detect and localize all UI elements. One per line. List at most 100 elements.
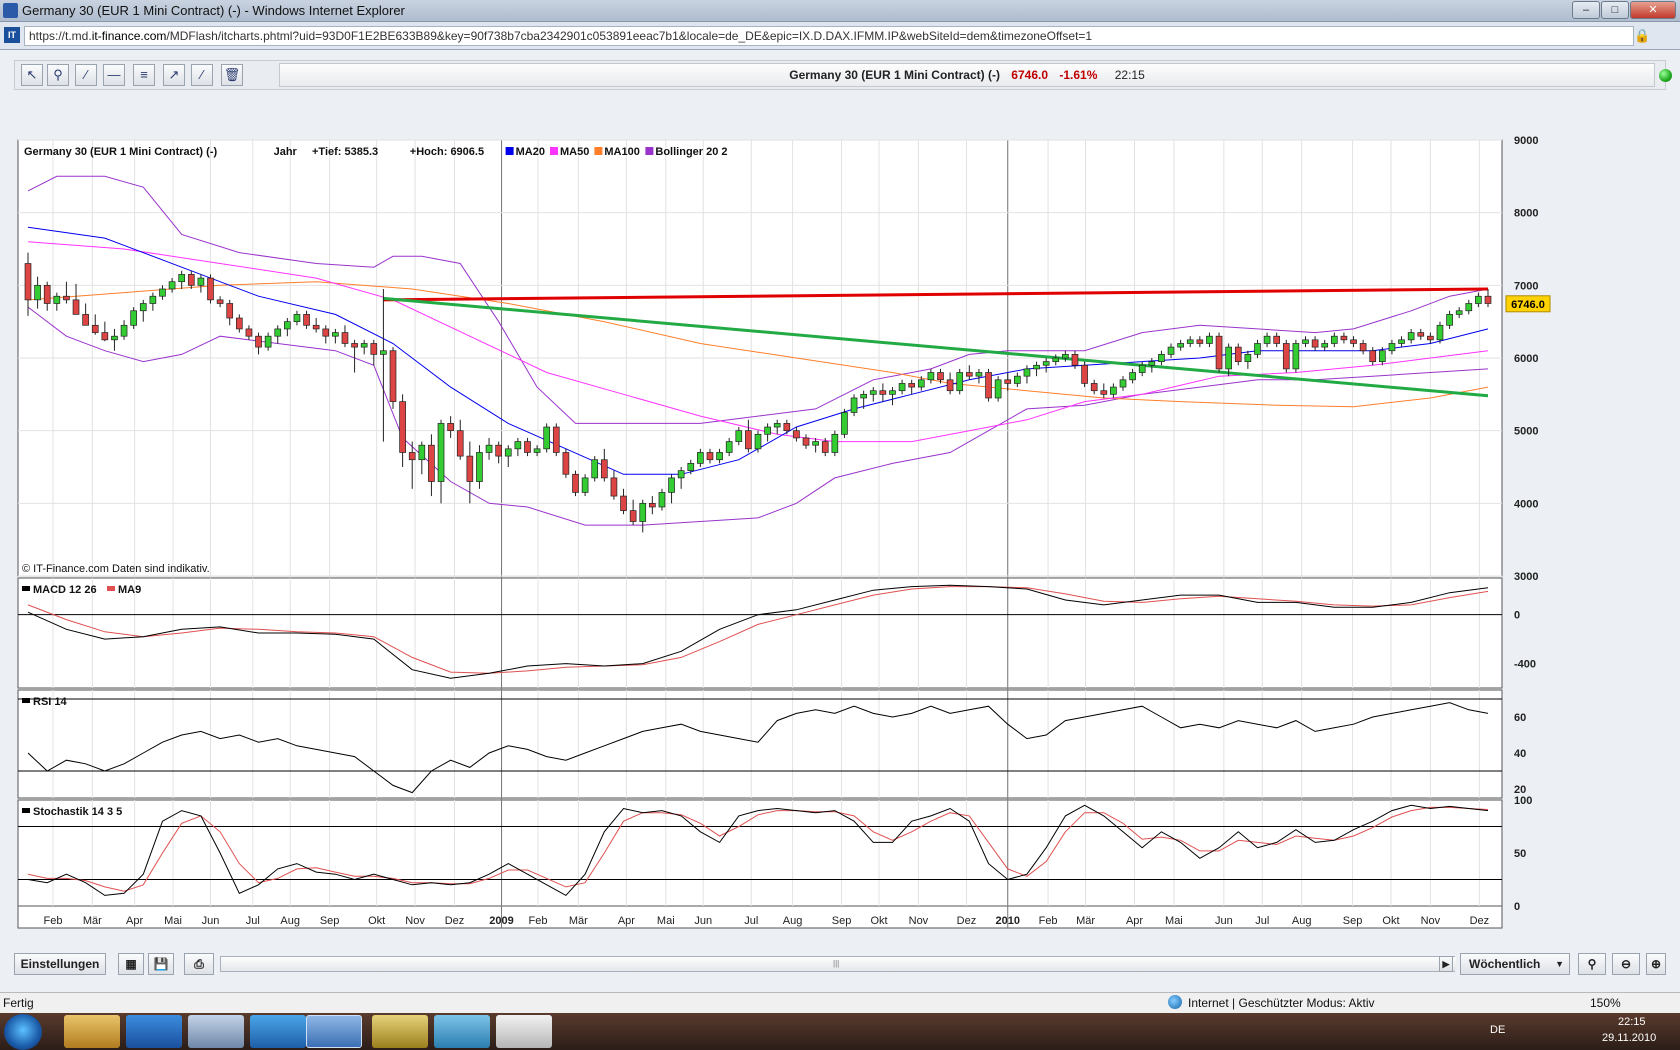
panel-rsi — [17, 689, 1503, 799]
candle-body — [1388, 343, 1396, 352]
zoom-level[interactable]: 150% — [1590, 996, 1621, 1010]
indicator-icon[interactable]: ▦ — [118, 953, 144, 975]
x-tick-label: Jun — [202, 915, 220, 927]
x-tick-label: Jul — [744, 915, 758, 927]
candle-body — [1033, 364, 1040, 370]
candle-body — [1215, 335, 1223, 370]
y-tick-label: 100 — [1514, 795, 1532, 807]
candle-body — [1427, 335, 1434, 341]
chart-bottombar: Einstellungen ▦ 💾 ⎙ ◀ ||| ▶ Wöchentlich▼… — [14, 950, 1666, 980]
chart-period: Jahr — [274, 146, 298, 158]
candle-body — [1273, 335, 1281, 344]
notes-app-icon[interactable] — [372, 1015, 428, 1048]
zoom-icon[interactable]: ⚲ — [47, 64, 69, 86]
candle-body — [524, 441, 531, 453]
scroll-right-icon[interactable]: ▶ — [1439, 956, 1453, 972]
candle-body — [504, 448, 512, 457]
restore-button[interactable]: □ — [1601, 1, 1629, 19]
x-tick-label: Sep — [832, 915, 852, 927]
zoom-out-icon[interactable]: ⊖ — [1612, 953, 1640, 975]
language-indicator[interactable]: DE — [1490, 1024, 1505, 1036]
settings-button[interactable]: Einstellungen — [14, 953, 106, 975]
legend-swatch — [22, 808, 30, 813]
media-player-icon[interactable] — [126, 1015, 182, 1048]
panel-macd — [17, 577, 1503, 689]
stocks-app-icon[interactable] — [250, 1015, 306, 1048]
start-button[interactable] — [4, 1014, 42, 1050]
chart-area[interactable]: Feb Mär Apr Mai Jun Jul Aug Sep Okt Nov Dez 2009 Feb… — [14, 96, 1666, 944]
window-titlebar: Germany 30 (EUR 1 Mini Contract) (-) - W… — [0, 0, 1680, 22]
candle-body — [1090, 383, 1098, 392]
save-icon[interactable]: 💾 — [148, 953, 174, 975]
macd-signal-label: MA9 — [118, 584, 141, 596]
address-bar: IT https://t.md.it-finance.com/MDFlash/i… — [0, 22, 1680, 50]
candle-body — [716, 452, 723, 461]
globe-icon — [1168, 995, 1182, 1009]
fibonacci-icon[interactable]: ≡ — [133, 64, 155, 86]
candle-body — [1167, 346, 1175, 355]
candle-body — [53, 295, 61, 304]
channel-icon[interactable]: ↗ — [163, 64, 185, 86]
x-tick-label: Feb — [529, 915, 548, 927]
trash-icon[interactable]: 🗑 — [221, 64, 243, 86]
last-price-label: 6746.0 — [1511, 299, 1545, 311]
status-text: Fertig — [3, 996, 34, 1010]
candle-body — [1062, 354, 1069, 359]
legend-label: MA20 — [516, 146, 545, 158]
candle-body — [1119, 379, 1127, 388]
candle-body — [1407, 332, 1415, 341]
url-field[interactable]: https://t.md.it-finance.com/MDFlash/itch… — [24, 26, 1634, 46]
x-tick-label: Apr — [1126, 915, 1143, 927]
candle-body — [495, 444, 502, 457]
candle-body — [908, 383, 916, 388]
candle-body — [303, 314, 310, 326]
candle-body — [965, 372, 973, 377]
candle-body — [956, 372, 964, 392]
clock-time[interactable]: 22:15 — [1618, 1016, 1646, 1028]
candle-body — [322, 328, 330, 337]
parallel-line-icon[interactable]: ∕ — [191, 64, 213, 86]
calculator-icon[interactable] — [188, 1015, 244, 1048]
candle-body — [1484, 295, 1492, 304]
candle-body — [1292, 343, 1300, 370]
candle-body — [1129, 372, 1136, 381]
y-tick-label: 4000 — [1514, 498, 1538, 510]
messenger-icon[interactable] — [434, 1015, 490, 1048]
candle-body — [418, 444, 426, 461]
legend-swatch — [505, 147, 514, 155]
minimize-button[interactable]: ‒ — [1572, 1, 1600, 19]
candle-body — [1244, 354, 1252, 362]
pointer-icon[interactable]: ↖ — [21, 64, 43, 86]
x-tick-label: Okt — [368, 915, 385, 927]
candle-body — [927, 372, 935, 381]
interval-select[interactable]: Wöchentlich ▼ — [1460, 953, 1570, 975]
candle-body — [187, 274, 195, 286]
print-icon[interactable]: ⎙ — [184, 953, 214, 975]
candle-body — [985, 372, 992, 399]
time-scrollbar[interactable]: ||| — [220, 956, 1456, 972]
candle-body — [879, 390, 887, 395]
horizontal-line-icon[interactable]: — — [103, 64, 125, 86]
trendline-icon[interactable]: ∕ — [75, 64, 97, 86]
candle-body — [24, 263, 32, 301]
x-tick-label: Mär — [1076, 915, 1095, 927]
internet-explorer-task[interactable] — [306, 1015, 362, 1048]
explorer-icon[interactable] — [64, 1015, 120, 1048]
candle-body — [332, 332, 339, 337]
candle-body — [1282, 343, 1290, 370]
candle-body — [1398, 339, 1405, 344]
y-tick-label: 0 — [1514, 901, 1520, 913]
clock-date[interactable]: 29.11.2010 — [1602, 1032, 1656, 1044]
candle-body — [1446, 314, 1453, 326]
zoom-in-icon[interactable]: ⊕ — [1646, 953, 1666, 975]
document-app-icon[interactable] — [496, 1015, 552, 1048]
candle-body — [34, 284, 41, 301]
zoom-fit-icon[interactable]: ⚲ — [1578, 953, 1606, 975]
candle-body — [120, 324, 128, 337]
x-tick-label: Dez — [957, 915, 977, 927]
candle-body — [1359, 343, 1367, 352]
candle-body — [1196, 339, 1204, 344]
candle-body — [1158, 354, 1165, 362]
lock-icon[interactable]: 🔒 — [1634, 28, 1650, 44]
close-button[interactable]: ✕ — [1630, 1, 1676, 19]
